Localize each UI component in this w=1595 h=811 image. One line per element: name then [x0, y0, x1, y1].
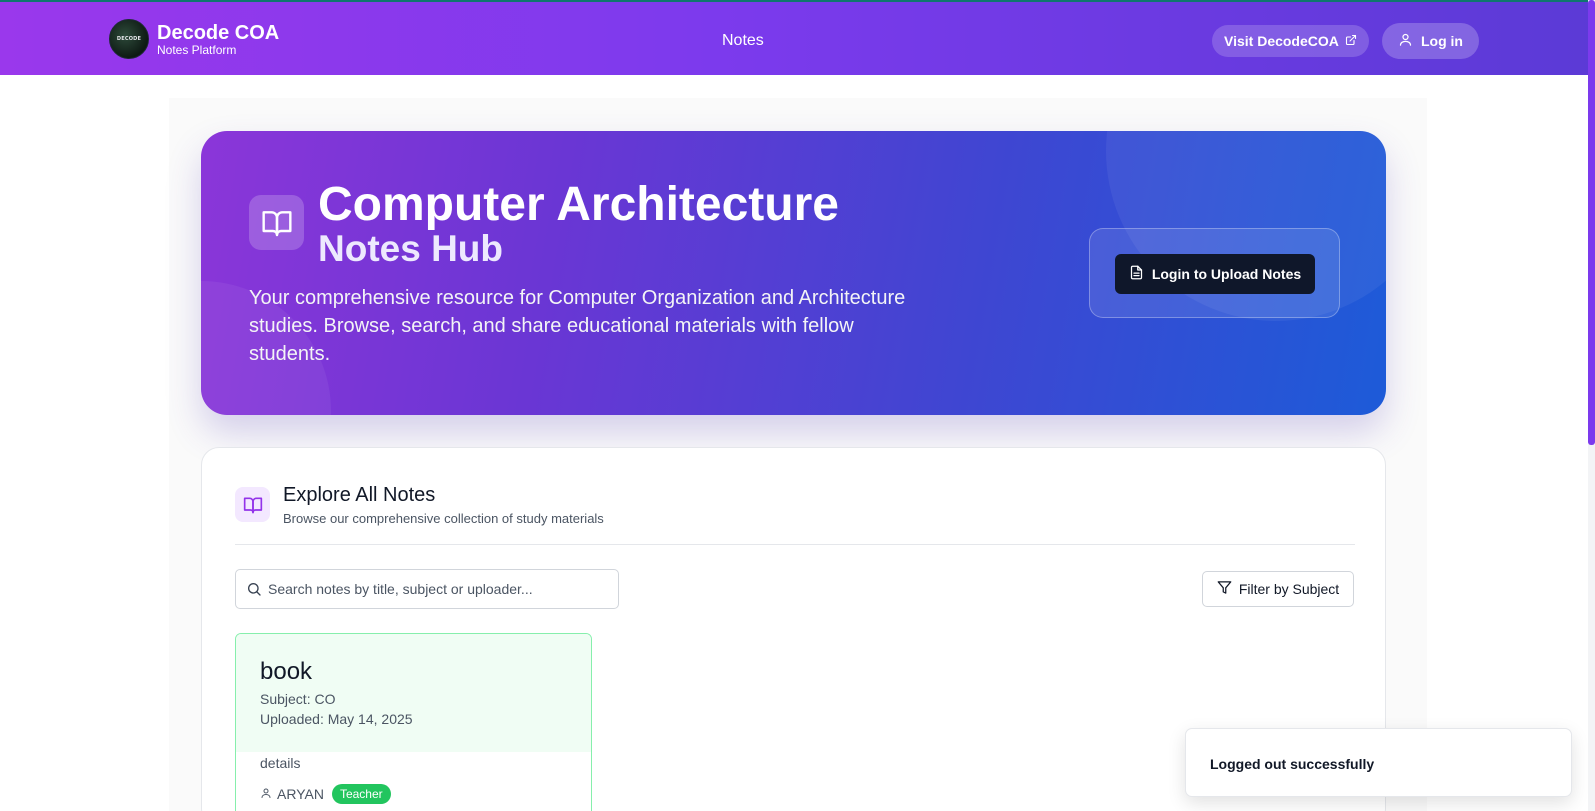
- toast-notification[interactable]: Logged out successfully: [1185, 728, 1572, 797]
- note-upload-date: Uploaded: May 14, 2025: [260, 711, 413, 727]
- uploader-name: ARYAN: [277, 786, 324, 802]
- book-icon: [235, 487, 270, 522]
- filter-icon: [1217, 580, 1232, 598]
- login-label: Log in: [1421, 33, 1463, 49]
- login-to-upload-button[interactable]: Login to Upload Notes: [1115, 254, 1315, 294]
- hero-title: Computer Architecture: [318, 178, 839, 231]
- book-open-icon: [249, 195, 304, 250]
- scrollbar-thumb[interactable]: [1588, 0, 1595, 445]
- scrollbar[interactable]: [1588, 0, 1595, 811]
- note-subject: Subject: CO: [260, 691, 336, 707]
- explore-subtitle: Browse our comprehensive collection of s…: [283, 511, 604, 526]
- note-title: book: [260, 658, 313, 685]
- brand-title: Decode COA: [157, 21, 280, 44]
- user-icon: [1398, 32, 1413, 50]
- user-icon: [260, 786, 272, 802]
- filter-by-subject-button[interactable]: Filter by Subject: [1202, 571, 1354, 607]
- search-input[interactable]: [268, 570, 608, 608]
- upload-cta-box: Login to Upload Notes: [1089, 228, 1340, 318]
- toast-message: Logged out successfully: [1210, 756, 1375, 772]
- filter-label: Filter by Subject: [1238, 581, 1340, 597]
- file-icon: [1129, 265, 1144, 283]
- visit-decodecoa-button[interactable]: Visit DecodeCOA: [1212, 25, 1369, 57]
- external-link-icon: [1345, 33, 1357, 49]
- hero-banner: Computer Architecture Notes Hub Your com…: [201, 131, 1386, 415]
- brand-subtitle: Notes Platform: [157, 42, 237, 57]
- search-icon: [246, 581, 262, 602]
- brand-text: Decode COA Notes Platform: [157, 23, 279, 56]
- login-button[interactable]: Log in: [1382, 23, 1479, 59]
- note-uploader: ARYAN Teacher: [260, 784, 391, 804]
- brand[interactable]: DECODE Decode COA Notes Platform: [109, 19, 279, 59]
- search-box[interactable]: [235, 569, 619, 609]
- nav-link-notes[interactable]: Notes: [722, 32, 764, 50]
- visit-label: Visit DecodeCOA: [1224, 33, 1339, 49]
- note-details: details: [260, 755, 301, 771]
- hero-description: Your comprehensive resource for Computer…: [249, 287, 906, 365]
- note-card[interactable]: book Subject: CO Uploaded: May 14, 2025 …: [235, 633, 592, 811]
- divider: [235, 544, 1355, 545]
- role-badge: Teacher: [331, 784, 391, 804]
- brand-logo: DECODE: [109, 19, 149, 59]
- top-navbar: DECODE Decode COA Notes Platform Notes V…: [0, 0, 1595, 75]
- explore-title: Explore All Notes: [283, 484, 436, 506]
- upload-label: Login to Upload Notes: [1151, 266, 1302, 282]
- hero-subtitle: Notes Hub: [318, 228, 503, 269]
